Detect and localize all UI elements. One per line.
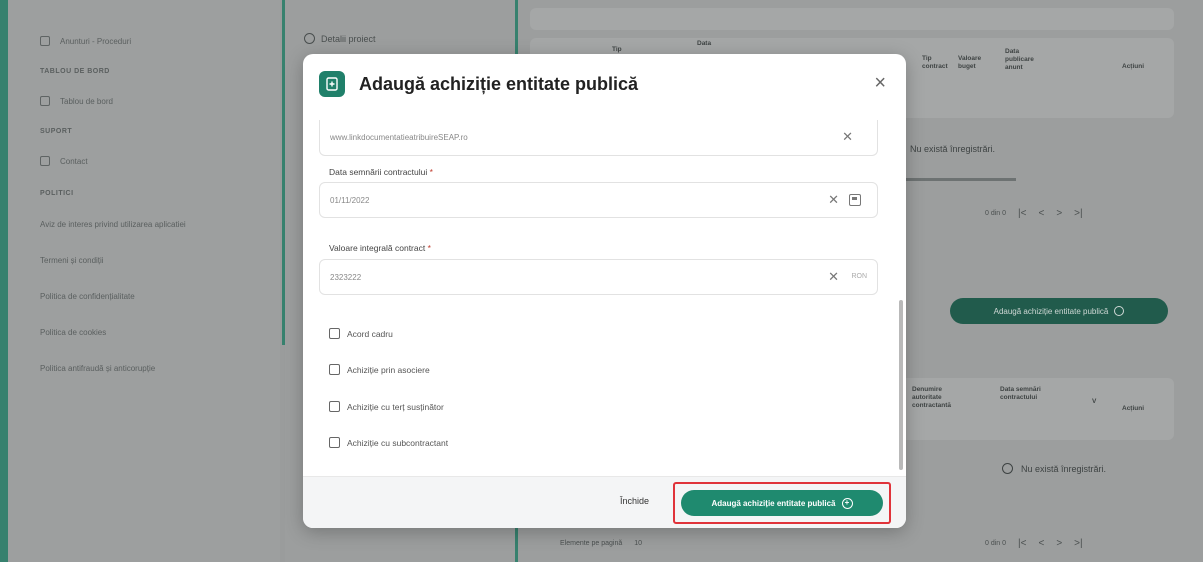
sidebar-item-terms[interactable]: Termeni și condiții (40, 256, 104, 265)
modal-body: www.linkdocumentatieatribuireSEAP.ro ✕ D… (303, 114, 906, 476)
table-scrollbar[interactable] (906, 178, 1016, 181)
pagination-top: 0 din 0 |< < > >| (985, 208, 1083, 219)
checkbox-box[interactable] (329, 364, 340, 375)
highlight-box: Adaugă achiziție entitate publică + (673, 482, 891, 524)
contract-value-field[interactable]: 2323222 ✕ RON (319, 259, 878, 295)
close-button[interactable]: Închide (620, 496, 649, 506)
info-icon (304, 33, 315, 44)
sidebar-section-policies: POLITICI (40, 190, 74, 197)
sign-date-field[interactable]: 01/11/2022 ✕ (319, 182, 878, 218)
rows-per-page: Elemente pe pagină 10 (560, 540, 643, 547)
seap-link-field[interactable]: www.linkdocumentatieatribuireSEAP.ro ✕ (319, 120, 878, 156)
sign-date-value: 01/11/2022 (330, 195, 370, 205)
clear-icon[interactable]: ✕ (828, 269, 839, 285)
sidebar-section-dashboard: TABLOU DE BORD (40, 68, 110, 75)
column-header-budget: Valoare buget (958, 55, 982, 70)
first-page-icon[interactable]: |< (1018, 538, 1026, 549)
sidebar-item-dashboard[interactable]: Tablou de bord (40, 96, 113, 106)
column-header-actions: Acțiuni (1122, 63, 1145, 70)
sidebar-item-privacy[interactable]: Politica de confidențialitate (40, 292, 135, 301)
column-header-data: Data (697, 40, 712, 47)
last-page-icon[interactable]: >| (1074, 208, 1082, 219)
sidebar-item-antifraud[interactable]: Politica antifraudă și anticorupție (40, 364, 155, 373)
modal-title: Adaugă achiziție entitate publică (359, 73, 639, 94)
sidebar-section-support: SUPORT (40, 128, 73, 135)
empty-state-text-top: Nu există înregistrări. (910, 144, 996, 154)
clear-icon[interactable]: ✕ (828, 192, 839, 208)
contract-value-value: 2323222 (330, 272, 362, 282)
column-header-authority: Denumire autoritate contractantă (912, 386, 952, 409)
first-page-icon[interactable]: |< (1018, 208, 1026, 219)
last-page-icon[interactable]: >| (1074, 538, 1082, 549)
checkbox-box[interactable] (329, 401, 340, 412)
dashboard-icon (40, 96, 50, 106)
left-accent-border (0, 0, 8, 562)
info-icon (1002, 463, 1013, 474)
empty-state-bottom: Nu există înregistrări. (1002, 463, 1106, 474)
close-icon[interactable]: × (874, 73, 886, 93)
column-header-sign-date: Data semnări contractului (1000, 386, 1041, 401)
document-add-icon (319, 71, 345, 97)
checkbox-box[interactable] (329, 437, 340, 448)
checkbox-third-party-supporter[interactable]: Achiziție cu terț susținător (329, 401, 444, 412)
project-details-header[interactable]: Detalii proiect (304, 33, 376, 44)
checkbox-subcontractor[interactable]: Achiziție cu subcontractant (329, 437, 448, 448)
currency-unit: RON (851, 273, 867, 280)
sidebar-item-cookies[interactable]: Politica de cookies (40, 328, 106, 337)
column-header-contract-type: Tip contract (922, 55, 948, 70)
next-page-icon[interactable]: > (1056, 538, 1062, 549)
background-add-button[interactable]: Adaugă achiziție entitate publică (950, 298, 1168, 324)
checkbox-framework-agreement[interactable]: Acord cadru (329, 328, 393, 339)
sign-date-label: Data semnării contractului * (329, 167, 433, 177)
modal-scrollbar[interactable] (899, 300, 903, 470)
modal-header: Adaugă achiziție entitate publică × (303, 54, 906, 114)
checkbox-box[interactable] (329, 328, 340, 339)
sidebar-item-announcements[interactable]: Anunturi - Proceduri (40, 36, 131, 46)
contract-value-label: Valoare integrală contract * (329, 243, 431, 253)
checkbox-association[interactable]: Achiziție prin asociere (329, 364, 430, 375)
plus-circle-icon: + (841, 497, 853, 509)
seap-link-value: www.linkdocumentatieatribuireSEAP.ro (330, 133, 468, 142)
sidebar-item-interest-notice[interactable]: Aviz de interes privind utilizarea aplic… (40, 220, 186, 229)
prev-page-icon[interactable]: < (1038, 208, 1044, 219)
sidebar-item-contact[interactable]: Contact (40, 156, 88, 166)
column-header-publish-date: Data publicare anunt (1005, 48, 1034, 71)
column-header-v: V (1092, 398, 1097, 405)
add-acquisition-modal: Adaugă achiziție entitate publică × www.… (303, 54, 906, 528)
pagination-bottom: 0 din 0 |< < > >| (985, 538, 1083, 549)
clear-icon[interactable]: ✕ (842, 129, 853, 145)
prev-page-icon[interactable]: < (1038, 538, 1044, 549)
column-header-actions-bottom: Acțiuni (1122, 405, 1145, 412)
next-page-icon[interactable]: > (1056, 208, 1062, 219)
column-header-tip: Tip (612, 46, 622, 53)
top-card (530, 8, 1174, 30)
mail-icon (40, 156, 50, 166)
rows-per-page-select[interactable]: 10 (634, 540, 642, 547)
document-icon (40, 36, 50, 46)
plus-circle-icon (1114, 306, 1125, 316)
calendar-icon[interactable] (849, 194, 861, 206)
add-acquisition-button[interactable]: Adaugă achiziție entitate publică + (681, 490, 883, 516)
modal-footer: Închide Adaugă achiziție entitate public… (303, 476, 906, 528)
sidebar: Anunturi - Proceduri TABLOU DE BORD Tabl… (8, 0, 280, 562)
